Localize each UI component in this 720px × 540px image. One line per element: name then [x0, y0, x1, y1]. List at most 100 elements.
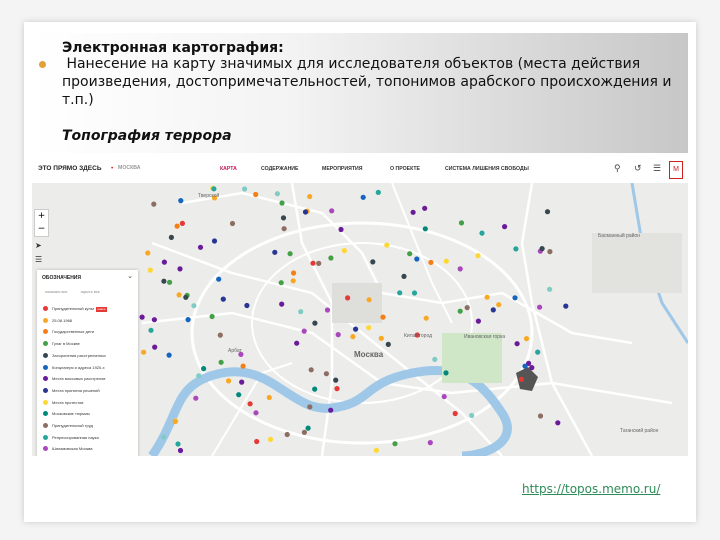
nav-item-about[interactable]: О ПРОЕКТЕ	[390, 166, 420, 172]
map-point[interactable]	[177, 266, 183, 272]
map-point[interactable]	[278, 280, 284, 286]
map-point[interactable]	[432, 356, 438, 362]
map-point[interactable]	[290, 278, 296, 284]
map-point[interactable]	[301, 429, 307, 435]
legend-item[interactable]: Принудительный труд	[43, 422, 93, 429]
zoom-in-button[interactable]: +	[35, 210, 48, 223]
map-point[interactable]	[151, 317, 157, 323]
map-point[interactable]	[284, 431, 290, 438]
site-brand[interactable]: ЭТО ПРЯМО ЗДЕСЬ	[38, 165, 102, 172]
chevron-down-icon[interactable]: ⌄	[127, 272, 133, 280]
map-point[interactable]	[443, 258, 449, 264]
map-point[interactable]	[401, 273, 407, 279]
map-point[interactable]	[411, 290, 418, 296]
locate-icon[interactable]: ➤	[35, 241, 42, 250]
map-point[interactable]	[211, 186, 217, 192]
map-point[interactable]	[328, 255, 334, 261]
map-point[interactable]	[333, 377, 339, 383]
map-point[interactable]	[145, 250, 151, 256]
map-point[interactable]	[196, 373, 202, 379]
map-point[interactable]	[338, 226, 344, 233]
legend-item[interactable]: Места принятия решений	[43, 387, 100, 394]
map-point[interactable]	[161, 259, 167, 265]
map-point[interactable]	[428, 259, 434, 265]
map-point[interactable]	[335, 332, 341, 338]
map-point[interactable]	[274, 191, 280, 197]
map-point[interactable]	[201, 366, 207, 372]
map-point[interactable]	[496, 302, 502, 308]
map-point[interactable]	[301, 328, 307, 334]
map-point[interactable]	[512, 295, 518, 301]
map-point[interactable]	[216, 276, 222, 282]
map-point[interactable]	[183, 294, 189, 300]
map-point[interactable]	[176, 292, 182, 298]
legend-item[interactable]: Места протестов	[43, 399, 83, 406]
map-point[interactable]	[323, 371, 329, 377]
map-point[interactable]	[308, 367, 314, 373]
map-point[interactable]	[236, 392, 242, 398]
map-point[interactable]	[502, 224, 508, 230]
menu-icon[interactable]: ☰	[653, 163, 661, 173]
legend-item[interactable]: Московские тюрьмы	[43, 410, 90, 417]
map-point[interactable]	[334, 386, 340, 392]
hide-all-link[interactable]: скрыть все	[81, 290, 100, 294]
map-point[interactable]	[378, 335, 384, 341]
map-point[interactable]	[291, 270, 297, 276]
map-point[interactable]	[174, 223, 180, 229]
map-point[interactable]	[422, 205, 428, 211]
map-point[interactable]	[294, 340, 300, 346]
map-point[interactable]	[522, 363, 528, 369]
map-point[interactable]	[366, 325, 372, 331]
map-point[interactable]	[312, 320, 318, 326]
map-point[interactable]	[239, 379, 245, 385]
map-point[interactable]	[350, 334, 356, 340]
map-point[interactable]	[253, 191, 259, 198]
map-point[interactable]	[410, 209, 416, 215]
map-point[interactable]	[177, 447, 184, 454]
legend-item[interactable]: Места массовых расстрелов	[43, 375, 105, 382]
map-point[interactable]	[514, 341, 520, 347]
map-point[interactable]	[366, 297, 372, 303]
map-point[interactable]	[226, 378, 232, 384]
legend-item[interactable]: Концлагеря и адреса 1920-х	[43, 364, 105, 371]
map-point[interactable]	[147, 267, 153, 273]
map-point[interactable]	[209, 313, 215, 320]
map-point[interactable]	[266, 394, 272, 401]
map-point[interactable]	[253, 410, 259, 416]
legend-item[interactable]: 25.08.1968	[43, 317, 72, 324]
zoom-out-button[interactable]: −	[35, 223, 48, 236]
map-point[interactable]	[475, 253, 481, 259]
map-point[interactable]	[458, 220, 465, 226]
map-point[interactable]	[167, 279, 173, 285]
map-point[interactable]	[139, 314, 145, 320]
nav-item-map[interactable]: КАРТА	[220, 166, 237, 172]
map-point[interactable]	[254, 438, 260, 445]
map-point[interactable]	[247, 401, 253, 407]
search-icon[interactable]: ⚲	[614, 163, 621, 173]
map-point[interactable]	[479, 230, 485, 236]
map-point[interactable]	[427, 440, 433, 446]
map-point[interactable]	[513, 246, 519, 252]
map-point[interactable]	[307, 404, 313, 410]
map-point[interactable]	[544, 209, 551, 215]
map-point[interactable]	[380, 314, 386, 320]
map-point[interactable]	[279, 301, 285, 307]
map-point[interactable]	[375, 189, 381, 195]
map-point[interactable]	[345, 295, 351, 301]
map-point[interactable]	[220, 296, 226, 302]
legend-item[interactable]: Шаламовская Москва	[43, 445, 93, 452]
map-point[interactable]	[152, 344, 158, 350]
legend-item[interactable]: Государственные дети	[43, 328, 94, 335]
map-point[interactable]	[547, 286, 553, 292]
map-point[interactable]	[211, 238, 218, 244]
map-point[interactable]	[218, 359, 224, 365]
map-point[interactable]	[535, 349, 541, 355]
layers-icon[interactable]: ☰	[35, 255, 42, 264]
map-point[interactable]	[244, 302, 250, 309]
map-point[interactable]	[151, 201, 157, 207]
map-point[interactable]	[179, 220, 185, 226]
map-point[interactable]	[329, 208, 335, 214]
map-point[interactable]	[360, 194, 366, 200]
map-point[interactable]	[160, 434, 167, 440]
map-point[interactable]	[298, 309, 304, 315]
